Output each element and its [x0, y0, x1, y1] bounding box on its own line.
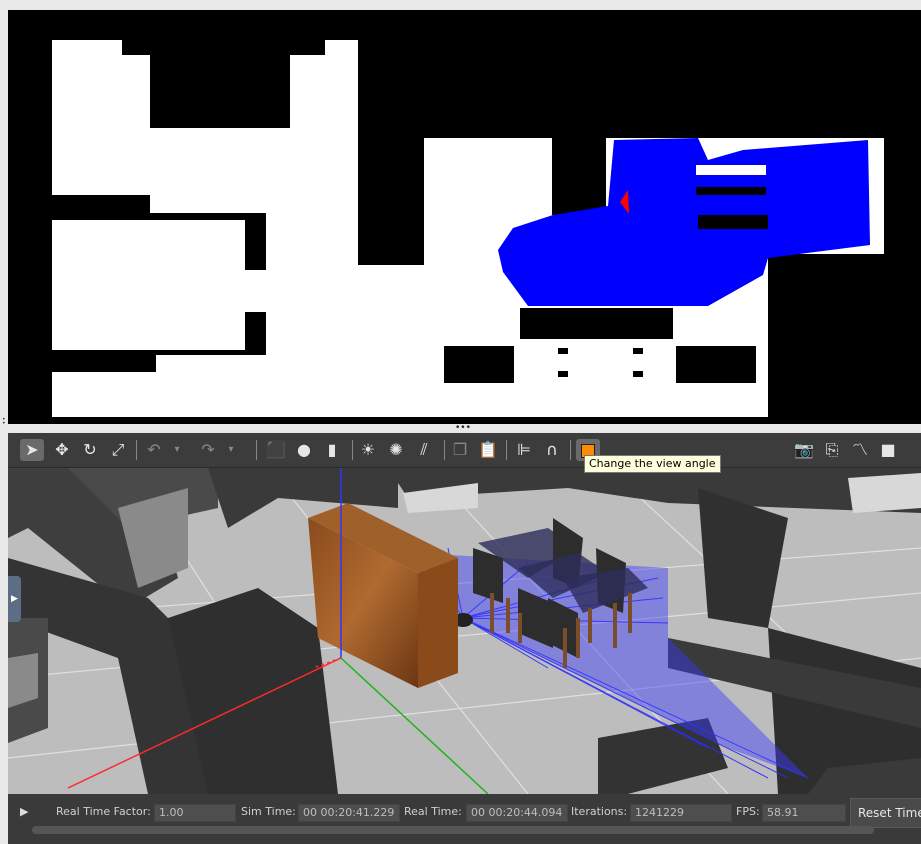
view-angle-tooltip: Change the view angle [584, 455, 721, 473]
gazebo-toolbar: ➤ ✥ ↻ ⤢ ↶ ▾ ↷ ▾ ⬛ ● ▮ ☀ ✺ ⫽ ❐ 📋 ⊫ ∩ Chan… [8, 433, 921, 473]
copy-icon[interactable]: ❐ [448, 439, 472, 461]
record-video-icon[interactable]: ■ [876, 439, 900, 461]
screenshot-icon[interactable]: 📷 [792, 439, 816, 461]
sphere-shape-icon[interactable]: ● [292, 439, 316, 461]
undo-icon[interactable]: ↶ [142, 439, 166, 461]
3d-scene-render [8, 467, 921, 795]
laser-scan-points [498, 138, 870, 306]
align-icon[interactable]: ⊫ [512, 439, 536, 461]
translate-mode-icon[interactable]: ✥ [50, 439, 74, 461]
rtf-label: Real Time Factor: [56, 805, 151, 818]
directional-light-icon[interactable]: ⫽ [412, 439, 436, 461]
rotate-mode-icon[interactable]: ↻ [78, 439, 102, 461]
spot-light-icon[interactable]: ✺ [384, 439, 408, 461]
toolbar-separator [570, 440, 571, 460]
sim-time-label: Sim Time: [241, 805, 296, 818]
point-light-icon[interactable]: ☀ [356, 439, 380, 461]
3d-scene-viewport[interactable]: ▶ [8, 467, 921, 795]
fps-value: 58.91 [762, 804, 846, 822]
horizontal-scrollbar[interactable] [32, 826, 874, 834]
left-grip-icon[interactable]: • • [2, 417, 6, 430]
play-pause-icon[interactable]: ▶ [20, 805, 28, 818]
reset-time-button[interactable]: Reset Time [850, 798, 921, 828]
iterations-label: Iterations: [571, 805, 628, 818]
toolbar-separator [444, 440, 445, 460]
undo-dropdown-icon[interactable]: ▾ [170, 439, 184, 461]
plot-icon[interactable]: 〽 [848, 439, 872, 461]
laser-scan-overlay [498, 138, 870, 306]
iterations-value: 1241229 [630, 804, 732, 822]
status-bar: ▶ Real Time Factor: 1.00 Sim Time: 00 00… [8, 794, 921, 844]
side-panel-toggle[interactable]: ▶ [8, 576, 21, 622]
rtf-value: 1.00 [154, 804, 236, 822]
toolbar-separator [256, 440, 257, 460]
toolbar-separator [506, 440, 507, 460]
toolbar-separator [136, 440, 137, 460]
wooden-cabinet-side [418, 558, 458, 688]
scale-mode-icon[interactable]: ⤢ [106, 439, 130, 461]
select-mode-icon[interactable]: ➤ [20, 439, 44, 461]
fps-label: FPS: [736, 805, 760, 818]
panel-splitter[interactable]: ••• [0, 424, 921, 433]
snap-icon[interactable]: ∩ [540, 439, 564, 461]
redo-dropdown-icon[interactable]: ▾ [224, 439, 238, 461]
paste-icon[interactable]: 📋 [476, 439, 500, 461]
occupancy-map-view[interactable] [8, 10, 921, 424]
laser-gap [696, 165, 766, 175]
cylinder-shape-icon[interactable]: ▮ [320, 439, 344, 461]
laser-gap [698, 215, 768, 229]
laser-gap [696, 187, 766, 195]
redo-icon[interactable]: ↷ [196, 439, 220, 461]
sim-time-value: 00 00:20:41.229 [298, 804, 400, 822]
real-time-value: 00 00:20:44.094 [466, 804, 568, 822]
box-shape-icon[interactable]: ⬛ [264, 439, 288, 461]
splitter-handle-icon[interactable]: ••• [455, 424, 471, 433]
wall [848, 473, 921, 513]
real-time-label: Real Time: [404, 805, 462, 818]
gazebo-window: ➤ ✥ ↻ ⤢ ↶ ▾ ↷ ▾ ⬛ ● ▮ ☀ ✺ ⫽ ❐ 📋 ⊫ ∩ Chan… [8, 433, 921, 844]
log-data-icon[interactable]: ⎘ [820, 439, 844, 461]
toolbar-separator [352, 440, 353, 460]
